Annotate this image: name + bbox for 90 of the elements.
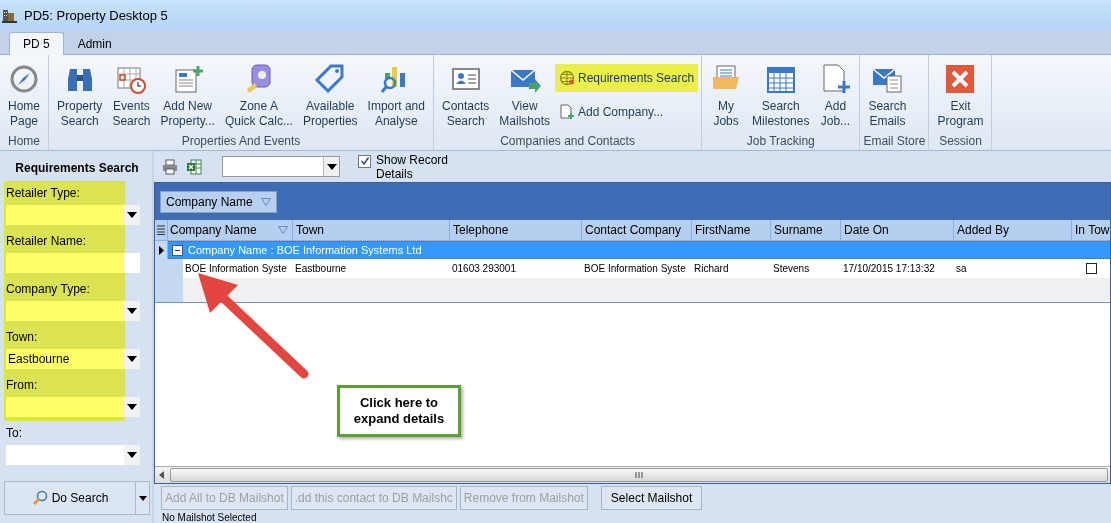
filter-icon[interactable] xyxy=(278,226,288,234)
dropdown-button[interactable] xyxy=(136,481,150,515)
column-header[interactable]: Contact Company xyxy=(582,220,692,240)
dropdown-field[interactable]: Eastbourne xyxy=(6,349,140,369)
dropdown-arrow-icon xyxy=(127,404,137,410)
field-label: Company Type: xyxy=(6,282,91,296)
field-label: To: xyxy=(6,426,23,440)
table-cell-text: sa xyxy=(955,262,968,276)
field-label: Retailer Type: xyxy=(6,186,81,200)
ribbon-button[interactable]: Add New Property... xyxy=(155,55,220,134)
search-button[interactable]: Do Search xyxy=(4,481,136,515)
table-cell-text: BOE Information Syste xyxy=(184,262,288,276)
tag-icon xyxy=(314,63,347,95)
dropdown-arrow-icon xyxy=(127,212,137,218)
column-header[interactable]: Town xyxy=(293,220,450,240)
column-header[interactable]: In Tow xyxy=(1072,220,1110,240)
column-header[interactable]: Surname xyxy=(771,220,841,240)
ribbon-button[interactable]: Exit Program xyxy=(932,55,989,134)
grip-icon xyxy=(635,471,643,479)
group-label: Home xyxy=(7,134,41,150)
close-icon xyxy=(944,63,977,95)
ribbon-button[interactable]: Events Search xyxy=(107,55,156,134)
column-header[interactable]: Telephone xyxy=(450,220,582,240)
group-by-chip[interactable]: Company Name xyxy=(160,190,277,213)
callout-note: Click here to expand details xyxy=(337,385,461,437)
dropdown-field[interactable] xyxy=(6,301,140,321)
scroll-thumb[interactable] xyxy=(170,468,1108,482)
globe-icon xyxy=(559,70,575,86)
building-icon xyxy=(2,7,18,23)
caret-icon xyxy=(138,495,147,501)
table-cell-text: 01603 293001 xyxy=(451,262,517,276)
table-cell-text: BOE Information Syste xyxy=(583,262,687,276)
expander-icon[interactable] xyxy=(172,244,183,256)
checkmark-icon xyxy=(359,156,370,166)
ribbon-button[interactable]: Available Properties xyxy=(297,55,363,134)
dropdown-arrow-icon xyxy=(127,308,137,314)
status-text: No Mailshot Selected xyxy=(161,512,258,523)
ribbon-tab[interactable]: PD 5 xyxy=(9,32,64,55)
scroll-left-icon[interactable] xyxy=(159,471,164,479)
group-label: Job Tracking xyxy=(745,134,816,150)
column-chooser-icon[interactable] xyxy=(157,225,165,235)
dropdown-field[interactable] xyxy=(222,156,340,177)
group-label: Session xyxy=(938,134,983,150)
horizontal-scrollbar[interactable] xyxy=(155,466,1110,483)
action-button[interactable]: Select Mailshot xyxy=(600,486,703,510)
table-cell-text: 17/10/2015 17:13:32 xyxy=(842,262,936,276)
table-cell-text: Richard xyxy=(693,262,730,276)
field-label: Town: xyxy=(6,330,39,344)
input-field[interactable] xyxy=(6,253,140,273)
window-title: PD5: Property Desktop 5 xyxy=(24,7,168,23)
ribbon-button[interactable]: Property Search xyxy=(52,55,108,134)
ribbon-tab[interactable]: Admin xyxy=(63,32,126,55)
dropdown-arrow-icon xyxy=(127,452,137,458)
ribbon-button[interactable]: Requirements Search xyxy=(555,64,699,92)
dropdown-arrow-icon xyxy=(127,356,137,362)
dropdown-field[interactable] xyxy=(6,445,140,465)
group-label: Properties And Events xyxy=(180,134,302,150)
spreadsheet-icon[interactable] xyxy=(186,158,202,175)
column-header[interactable]: Added By xyxy=(954,220,1072,240)
ribbon-button[interactable]: Contacts Search xyxy=(436,55,495,134)
current-row-icon xyxy=(158,245,164,255)
dropdown-field[interactable] xyxy=(6,205,140,225)
group-label: Email Store xyxy=(863,134,926,150)
ribbon-button[interactable]: Search Milestones xyxy=(747,55,815,134)
printer-icon[interactable] xyxy=(162,158,178,175)
table-cell-text: Stevens xyxy=(772,262,811,276)
ribbon-button[interactable]: Zone A Quick Calc... xyxy=(219,55,298,134)
page-plus-icon xyxy=(559,104,575,120)
column-header[interactable]: Date On xyxy=(841,220,954,240)
ribbon-button[interactable]: Add Company... xyxy=(555,98,699,126)
dropdown-arrow-icon xyxy=(326,163,337,170)
table-cell-text: Eastbourne xyxy=(294,262,348,276)
ribbon-button[interactable]: Add Job... xyxy=(814,55,857,134)
field-label: Retailer Name: xyxy=(6,234,88,248)
panel-title: Requirements Search xyxy=(14,161,140,177)
ribbon-button[interactable]: Home Page xyxy=(3,55,45,134)
checkbox[interactable] xyxy=(1086,263,1097,274)
group-label: Companies and Contacts xyxy=(499,134,636,150)
compass-icon xyxy=(8,63,40,95)
column-header[interactable]: Company Name xyxy=(167,220,293,240)
dropdown-field[interactable] xyxy=(6,397,140,417)
filter-icon xyxy=(260,197,271,206)
field-label: From: xyxy=(6,378,39,392)
show-record-details-checkbox[interactable]: Show Record Details xyxy=(358,152,460,181)
ribbon-button[interactable]: My Jobs xyxy=(705,55,748,134)
ribbon-button[interactable]: View Mailshots xyxy=(494,55,555,134)
column-header[interactable]: FirstName xyxy=(692,220,771,240)
search-icon xyxy=(31,490,48,506)
ribbon-button[interactable]: Search Emails xyxy=(863,55,912,134)
ribbon-button[interactable]: Import and Analyse xyxy=(362,55,430,134)
